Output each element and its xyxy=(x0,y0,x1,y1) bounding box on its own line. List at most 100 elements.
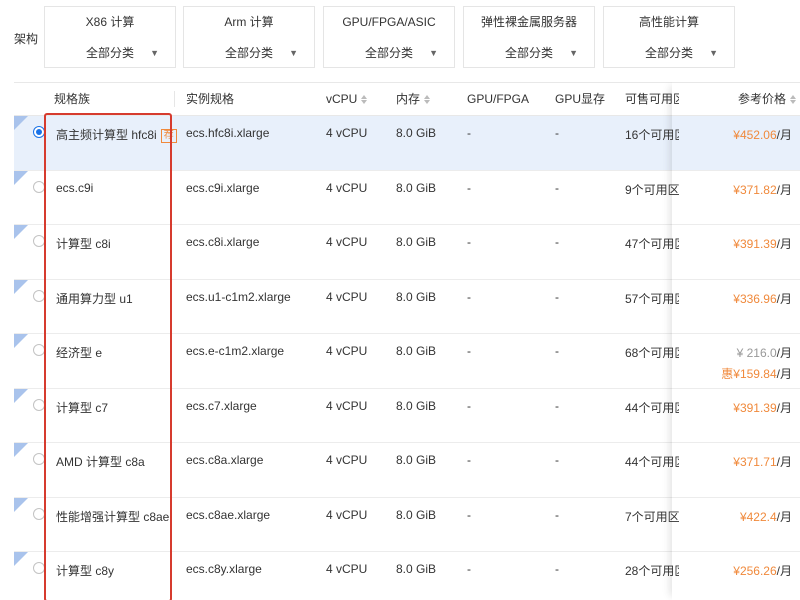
cell-vcpu: 4 vCPU xyxy=(326,562,368,576)
price-amount: ¥391.39 xyxy=(733,400,777,415)
cell-vcpu: 4 vCPU xyxy=(326,344,368,358)
cell-gpu-fpga: - xyxy=(467,453,471,467)
category-select-gpu[interactable]: 全部分类 ▼ xyxy=(330,41,448,65)
instance-table: 规格族 实例规格 vCPU 内存 GPU/FPGA GPU显存 可售可用区 参考… xyxy=(14,82,800,600)
promo-amount: ¥159.84 xyxy=(733,367,777,381)
arch-group-hpc: 高性能计算 全部分类 ▼ xyxy=(603,6,735,68)
cell-vcpu: 4 vCPU xyxy=(326,235,368,249)
row-radio[interactable] xyxy=(33,507,45,520)
cell-zones: 44个可用区 xyxy=(625,455,679,469)
corner-flag-icon xyxy=(14,334,28,348)
arch-group-arm: Arm 计算 全部分类 ▼ xyxy=(183,6,315,68)
cell-family: 计算型 c7 xyxy=(56,400,109,415)
cell-zones: 7个可用区 xyxy=(625,509,679,524)
cell-vcpu: 4 vCPU xyxy=(326,507,368,522)
row-radio[interactable] xyxy=(33,180,45,193)
cell-family: 高主频计算型 hfc8i 荐 xyxy=(56,126,177,143)
cell-zones: 44个可用区 xyxy=(625,400,679,415)
cell-price: ¥422.4/月 xyxy=(740,508,792,525)
cell-spec: ecs.hfc8i.xlarge xyxy=(186,126,270,140)
cell-family: 通用算力型 u1 xyxy=(56,291,133,306)
sort-icon[interactable] xyxy=(424,94,431,105)
cell-zones: 68个可用区 xyxy=(625,346,679,360)
cell-gpu-memory: - xyxy=(555,180,559,195)
row-radio[interactable] xyxy=(33,235,45,247)
cell-gpu-fpga: - xyxy=(467,289,471,304)
cell-gpu-fpga: - xyxy=(467,126,471,140)
row-radio[interactable] xyxy=(33,344,45,356)
arch-group-bare-metal: 弹性裸金属服务器 全部分类 ▼ xyxy=(463,6,595,68)
header-gpu-memory: GPU显存 xyxy=(555,92,606,106)
cell-spec: ecs.c8ae.xlarge xyxy=(186,507,271,522)
corner-flag-icon xyxy=(14,225,28,239)
chevron-down-icon: ▼ xyxy=(429,48,438,58)
cell-spec: ecs.e-c1m2.xlarge xyxy=(186,344,285,358)
header-vcpu[interactable]: vCPU xyxy=(326,83,368,116)
category-select-arm[interactable]: 全部分类 ▼ xyxy=(190,41,308,65)
arch-group-x86: X86 计算 全部分类 ▼ xyxy=(44,6,176,68)
cell-memory: 8.0 GiB xyxy=(396,562,437,576)
arch-title-x86[interactable]: X86 计算 xyxy=(45,7,175,37)
arch-title-gpu[interactable]: GPU/FPGA/ASIC xyxy=(324,7,454,37)
corner-flag-icon xyxy=(14,170,28,185)
cell-vcpu: 4 vCPU xyxy=(326,289,368,304)
cell-family: 经济型 e xyxy=(56,346,103,360)
arch-title-hpc[interactable]: 高性能计算 xyxy=(604,7,734,37)
cell-gpu-memory: - xyxy=(555,344,559,358)
row-radio[interactable] xyxy=(33,398,45,411)
sort-icon[interactable] xyxy=(361,94,368,105)
cell-memory: 8.0 GiB xyxy=(396,180,437,195)
promo-price: 惠¥159.84/月 xyxy=(721,365,792,382)
price-unit: /月 xyxy=(776,291,792,306)
cell-price: ¥452.06/月 xyxy=(733,126,792,143)
price-unit: /月 xyxy=(776,509,792,524)
cell-gpu-fpga: - xyxy=(467,344,471,358)
cell-gpu-memory: - xyxy=(555,235,559,249)
cell-spec: ecs.u1-c1m2.xlarge xyxy=(186,289,291,304)
cell-gpu-fpga: - xyxy=(467,398,471,413)
cell-memory: 8.0 GiB xyxy=(396,126,437,140)
cell-price: ¥ 216.0/月 惠¥159.84/月 xyxy=(721,344,792,382)
price-column: ¥452.06/月 ¥371.82/月 ¥391.39/月 ¥336.96/月 … xyxy=(672,82,800,600)
cell-zones: 9个可用区 xyxy=(625,182,679,197)
row-radio[interactable] xyxy=(33,289,45,302)
cell-gpu-fpga: - xyxy=(467,562,471,576)
category-select-hpc[interactable]: 全部分类 ▼ xyxy=(610,41,728,65)
cell-zones: 28个可用区 xyxy=(625,564,679,578)
arch-title-arm[interactable]: Arm 计算 xyxy=(184,7,314,37)
cell-memory: 8.0 GiB xyxy=(396,453,437,467)
cell-memory: 8.0 GiB xyxy=(396,235,437,249)
price-amount: ¥371.71 xyxy=(733,455,777,469)
category-select-x86[interactable]: 全部分类 ▼ xyxy=(51,41,169,65)
price-unit: /月 xyxy=(776,455,792,469)
price-amount: ¥371.82 xyxy=(733,182,777,197)
header-divider xyxy=(174,91,175,107)
cell-vcpu: 4 vCPU xyxy=(326,398,368,413)
corner-flag-icon xyxy=(14,443,28,457)
arch-label: 架构 xyxy=(14,32,39,46)
category-select-value: 全部分类 xyxy=(224,46,273,60)
category-select-bare-metal[interactable]: 全部分类 ▼ xyxy=(470,41,588,65)
chevron-down-icon: ▼ xyxy=(150,48,159,58)
cell-memory: 8.0 GiB xyxy=(396,344,437,358)
price-amount: ¥256.26 xyxy=(733,564,777,578)
family-label: 高主频计算型 hfc8i xyxy=(56,128,157,142)
row-radio[interactable] xyxy=(33,562,45,574)
cell-spec: ecs.c8a.xlarge xyxy=(186,453,264,467)
corner-flag-icon xyxy=(14,497,28,512)
category-select-value: 全部分类 xyxy=(85,46,134,60)
corner-flag-icon xyxy=(14,552,28,566)
corner-flag-icon xyxy=(14,279,28,294)
cell-price: ¥336.96/月 xyxy=(733,290,792,307)
header-memory[interactable]: 内存 xyxy=(396,83,431,116)
row-radio[interactable] xyxy=(33,126,45,138)
cell-gpu-memory: - xyxy=(555,398,559,413)
cell-gpu-memory: - xyxy=(555,289,559,304)
header-memory-label: 内存 xyxy=(396,92,421,106)
cell-family: 性能增强计算型 c8ae xyxy=(56,509,170,524)
cell-gpu-memory: - xyxy=(555,507,559,522)
category-select-value: 全部分类 xyxy=(364,46,413,60)
header-gpu-fpga: GPU/FPGA xyxy=(467,92,530,106)
arch-title-bare-metal[interactable]: 弹性裸金属服务器 xyxy=(464,7,594,37)
row-radio[interactable] xyxy=(33,453,45,465)
